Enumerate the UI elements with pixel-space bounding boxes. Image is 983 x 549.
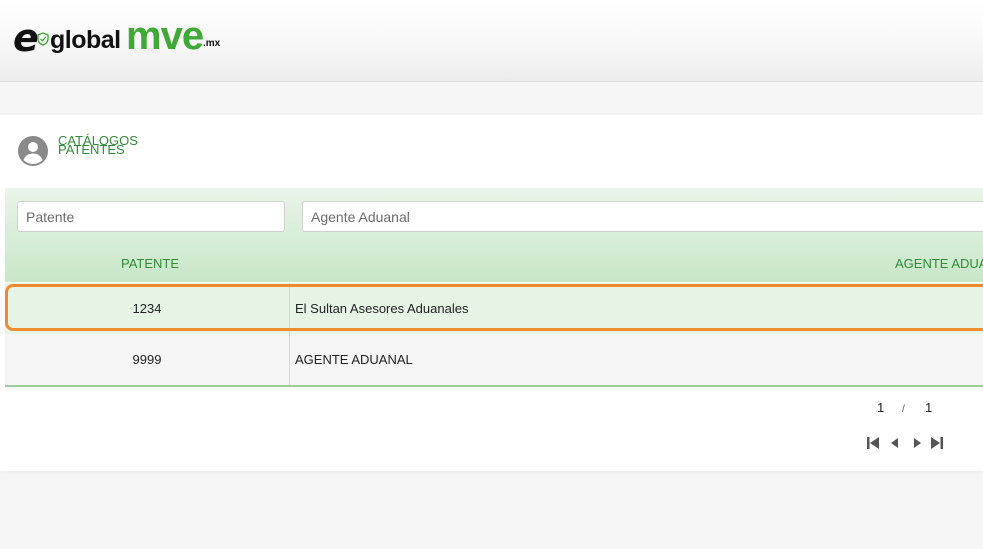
previous-page-icon[interactable] [888, 436, 902, 450]
app-header: e global mve .mx [0, 0, 983, 82]
logo-mve-text: mve [126, 14, 204, 58]
cell-patente: 1234 [132, 301, 162, 316]
agente-aduanal-filter-input[interactable] [302, 201, 983, 232]
cell-agente-aduanal: El Sultan Asesores Aduanales [295, 301, 469, 316]
cell-patente: 9999 [132, 352, 162, 367]
table-row[interactable]: 1234 El Sultan Asesores Aduanales [5, 283, 983, 334]
column-header-patente[interactable]: PATENTE [121, 257, 179, 271]
pager-current-page: 1 [877, 400, 885, 415]
column-divider [289, 283, 290, 334]
column-divider [289, 334, 290, 385]
column-header-agente-aduanal[interactable]: AGENTE ADUANAL [895, 257, 983, 271]
logo-global-text: global [50, 26, 121, 54]
eglobalmve-logo[interactable]: e global mve .mx [13, 14, 223, 62]
pager-total-pages: 1 [925, 400, 933, 415]
table-row[interactable]: 9999 AGENTE ADUANAL [5, 334, 983, 387]
first-page-icon[interactable] [866, 436, 880, 450]
logo-e-letter: e [13, 16, 39, 60]
breadcrumb-patentes[interactable]: PATENTES [58, 143, 125, 156]
patente-filter-input[interactable] [17, 201, 285, 232]
shield-icon [37, 32, 49, 46]
pager-separator: / [902, 404, 905, 415]
logo-mx-text: .mx [203, 38, 221, 49]
account-circle-icon [18, 136, 48, 166]
next-page-icon[interactable] [910, 436, 924, 450]
last-page-icon[interactable] [930, 436, 944, 450]
cell-agente-aduanal: AGENTE ADUANAL [295, 352, 413, 367]
